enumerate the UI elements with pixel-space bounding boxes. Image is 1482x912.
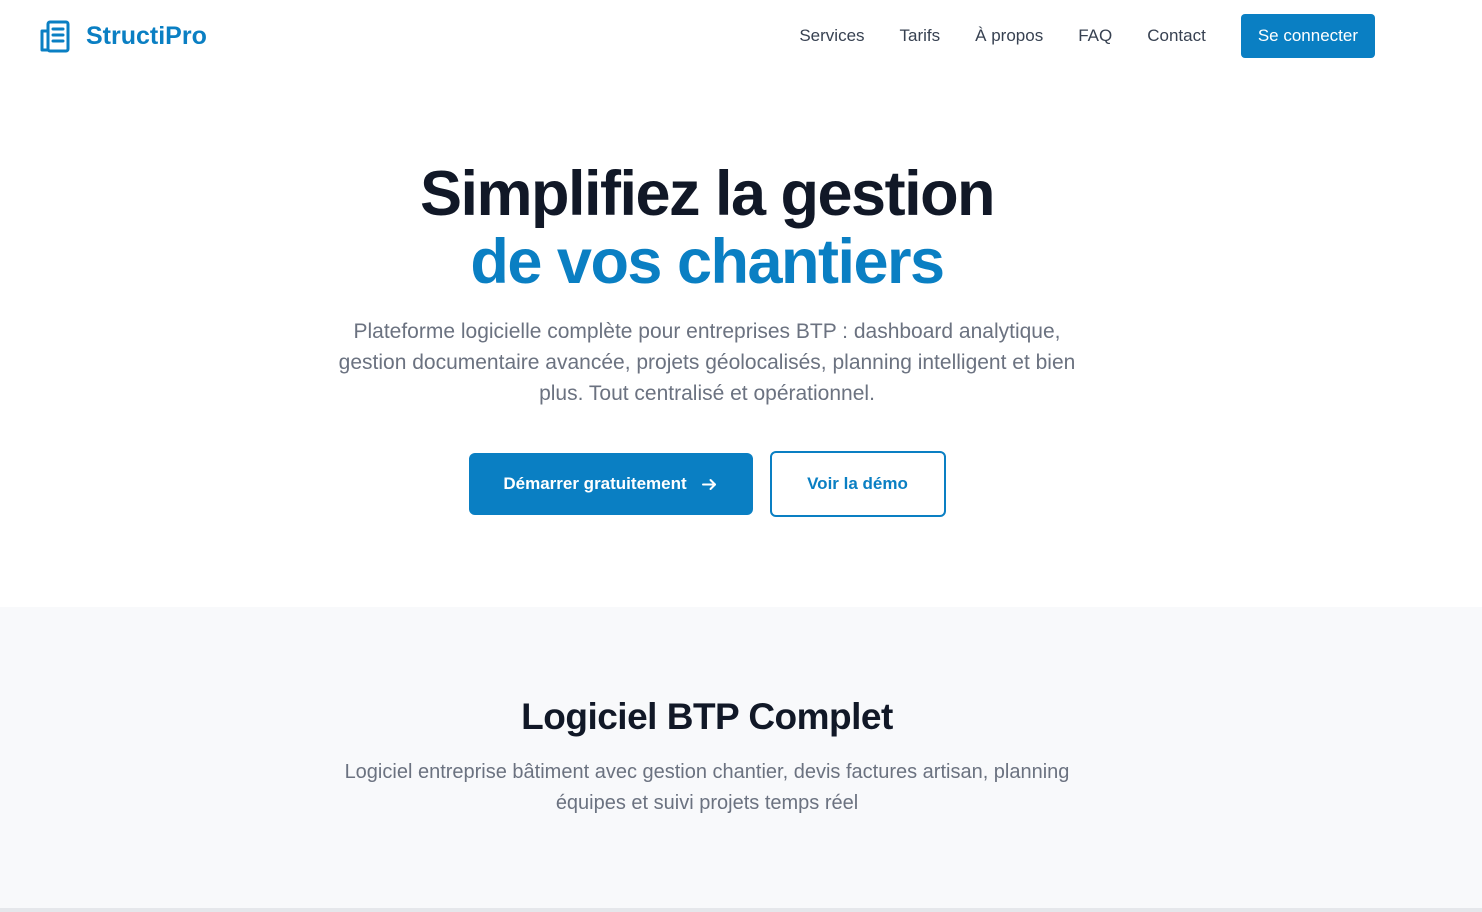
nav-tarifs[interactable]: Tarifs (900, 26, 941, 46)
nav-a-propos[interactable]: À propos (975, 26, 1043, 46)
features-title: Logiciel BTP Complet (521, 696, 893, 737)
main-nav: Services Tarifs À propos FAQ Contact Se … (799, 14, 1375, 58)
hero-title-line-2: de vos chantiers (470, 227, 945, 297)
login-button[interactable]: Se connecter (1240, 14, 1375, 58)
hero-title-line-1: Simplifiez la gestion (419, 159, 996, 229)
site-header: StructiPro Services Tarifs À propos FAQ … (0, 0, 1482, 72)
nav-services[interactable]: Services (799, 26, 864, 46)
features-section: Logiciel BTP Complet Logiciel entreprise… (0, 607, 1482, 912)
hero-description: Plateforme logicielle complète pour entr… (338, 320, 1076, 405)
brand-name: StructiPro (86, 21, 207, 50)
nav-contact[interactable]: Contact (1147, 26, 1206, 46)
arrow-right-icon (701, 476, 718, 493)
features-description: Logiciel entreprise bâtiment avec gestio… (344, 761, 1070, 814)
hero-title: Simplifiez la gestion de vos chantiers (0, 160, 1414, 296)
start-free-button[interactable]: Démarrer gratuitement (468, 453, 753, 515)
hero-section: Simplifiez la gestion de vos chantiers P… (0, 72, 1482, 607)
bottom-border (0, 908, 1482, 912)
nav-faq[interactable]: FAQ (1078, 26, 1112, 46)
building-icon (38, 19, 72, 53)
hero-actions: Démarrer gratuitement Voir la démo (0, 451, 1414, 517)
brand-logo-link[interactable]: StructiPro (38, 19, 207, 53)
start-free-button-label: Démarrer gratuitement (503, 474, 687, 493)
watch-demo-button[interactable]: Voir la démo (769, 451, 946, 517)
